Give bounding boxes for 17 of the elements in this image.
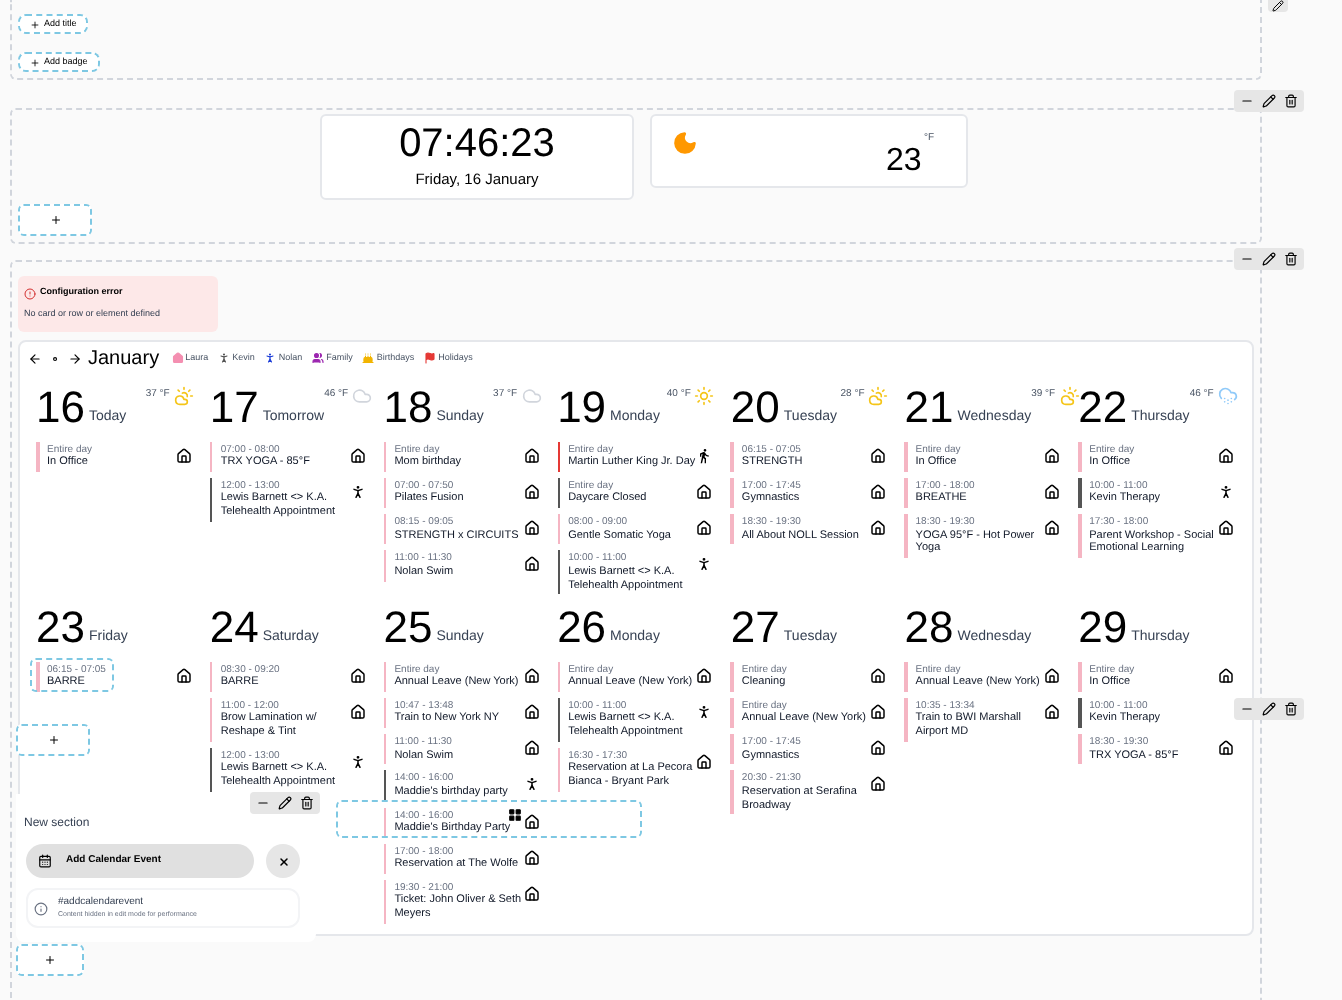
temperature-value: 23 bbox=[886, 146, 922, 178]
day-number: 21 bbox=[904, 386, 954, 430]
day-number: 23 bbox=[36, 606, 85, 650]
day-number: 16 bbox=[36, 386, 85, 430]
month-title: January bbox=[88, 350, 160, 370]
day-number: 29 bbox=[1078, 606, 1128, 650]
day-number: 26 bbox=[557, 606, 607, 650]
day-number: 28 bbox=[904, 606, 954, 650]
day-number: 18 bbox=[383, 386, 433, 430]
day-number: 19 bbox=[557, 386, 607, 430]
clock-time: 07:46:23 bbox=[399, 123, 555, 164]
day-number: 24 bbox=[209, 606, 259, 650]
day-number: 17 bbox=[209, 386, 259, 430]
day-number: 25 bbox=[383, 606, 433, 650]
day-number: 20 bbox=[730, 386, 780, 430]
day-number: 27 bbox=[730, 606, 780, 650]
day-number: 22 bbox=[1078, 386, 1128, 430]
